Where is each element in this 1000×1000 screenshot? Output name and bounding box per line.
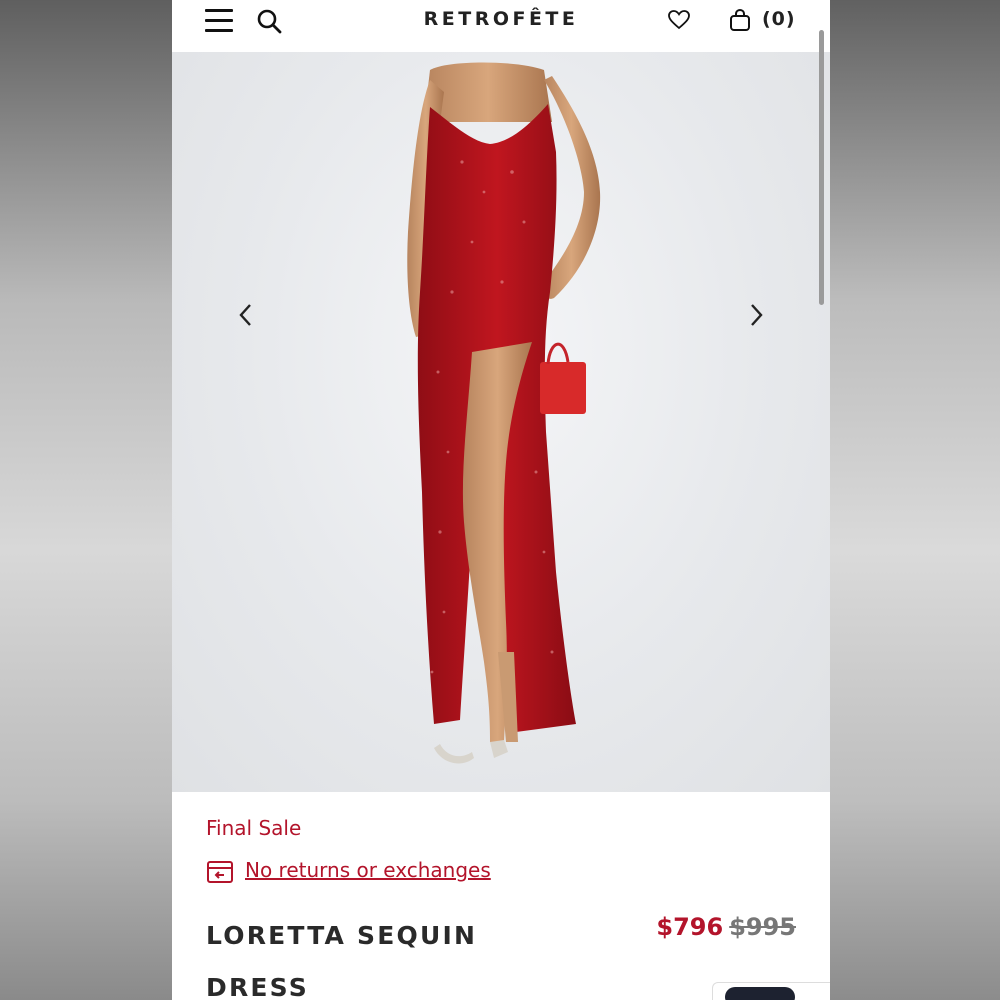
final-sale-label: Final Sale bbox=[206, 816, 302, 840]
mobile-page: RETROFÊTE (0) Final Sale No returns or e… bbox=[172, 0, 830, 1000]
product-image-carousel[interactable] bbox=[172, 52, 830, 792]
price: $796 $995 bbox=[656, 913, 796, 941]
product-title: LORETTA SEQUIN DRESS bbox=[206, 921, 478, 1000]
sale-price: $796 bbox=[656, 913, 724, 941]
background-left bbox=[0, 0, 172, 1000]
returns-link[interactable]: No returns or exchanges bbox=[245, 858, 491, 882]
product-photo bbox=[407, 62, 601, 764]
bag-icon[interactable] bbox=[729, 8, 751, 32]
cart-count[interactable]: (0) bbox=[762, 8, 796, 30]
chat-widget-button[interactable] bbox=[725, 987, 795, 1000]
scrollbar[interactable] bbox=[819, 30, 824, 305]
background-right bbox=[830, 0, 1000, 1000]
site-header: RETROFÊTE (0) bbox=[172, 0, 830, 52]
return-box-icon bbox=[207, 861, 233, 883]
chevron-left-icon[interactable] bbox=[236, 302, 256, 328]
original-price: $995 bbox=[729, 913, 796, 941]
chevron-right-icon[interactable] bbox=[746, 302, 766, 328]
product-info: Final Sale No returns or exchanges LORET… bbox=[172, 792, 830, 1000]
heart-icon[interactable] bbox=[668, 10, 690, 30]
chat-widget[interactable] bbox=[712, 982, 830, 1000]
